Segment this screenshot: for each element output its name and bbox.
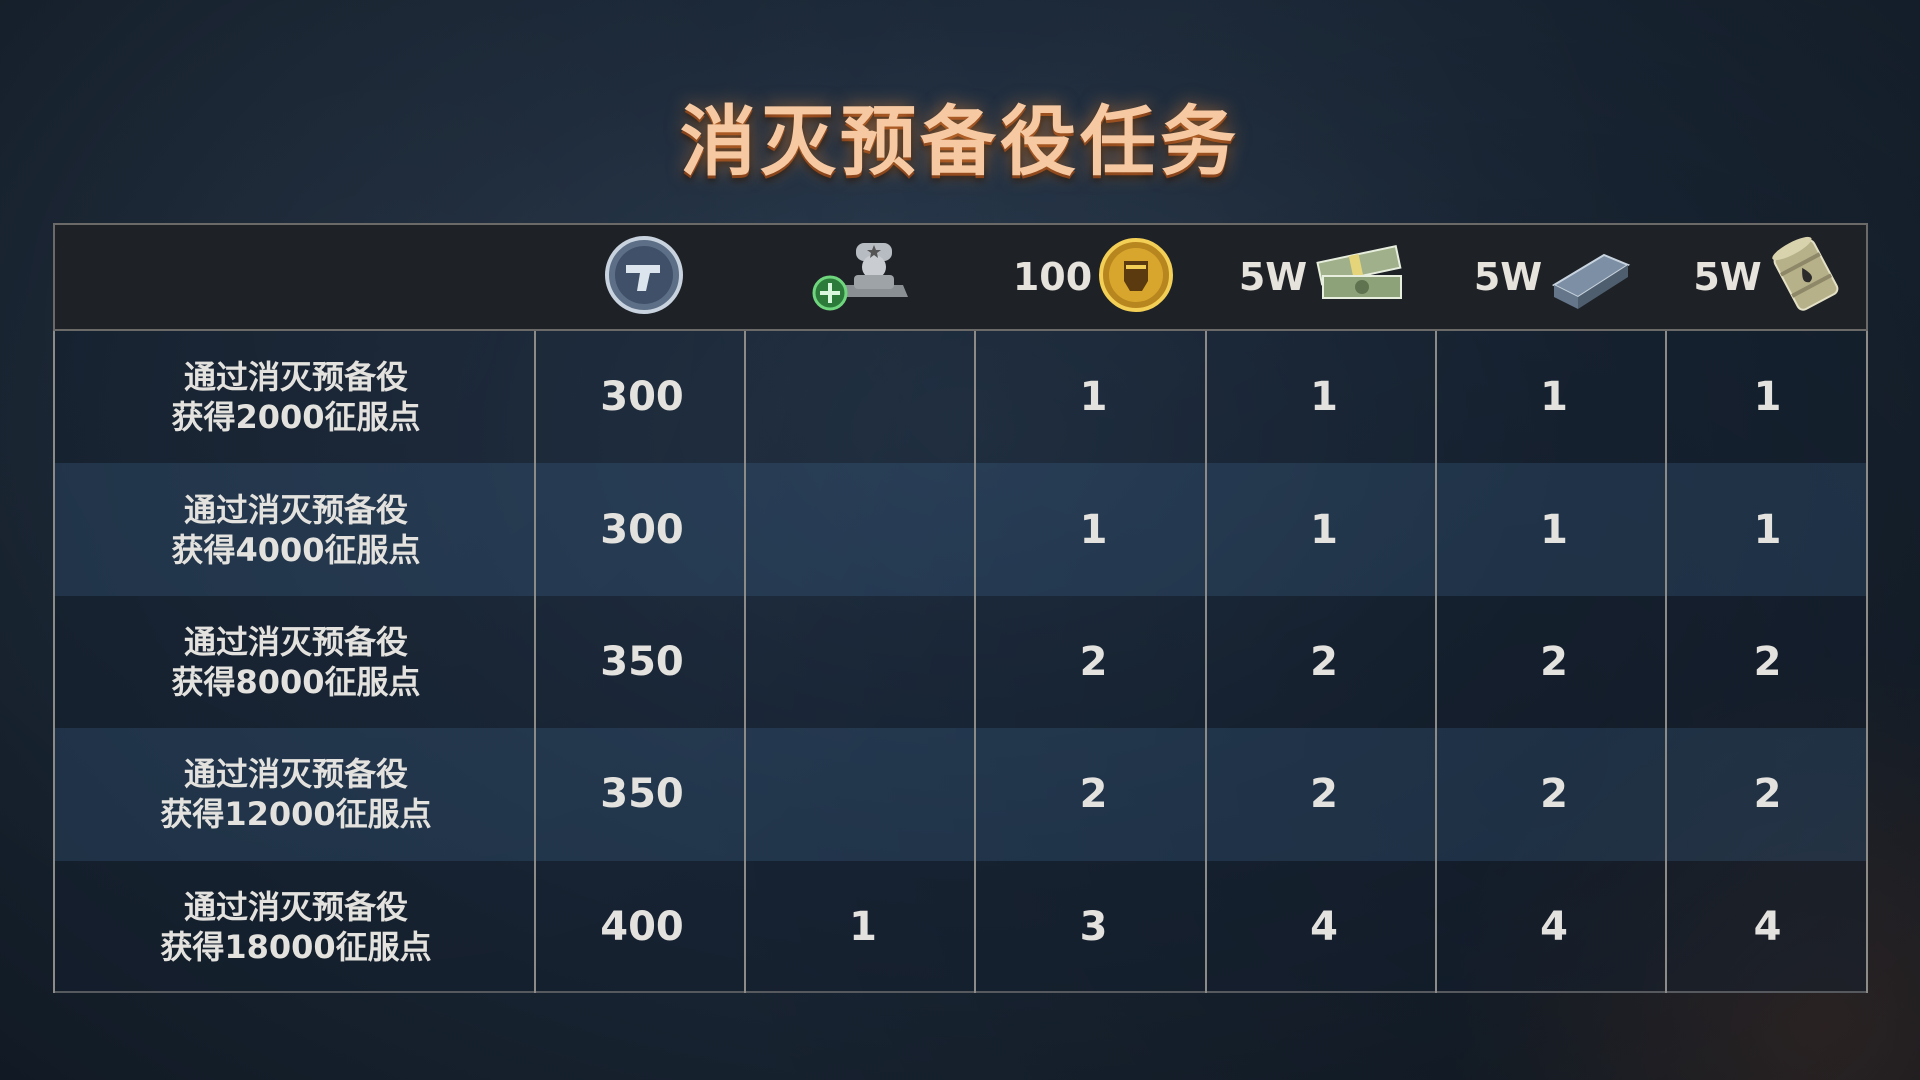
cash-amount: 5W xyxy=(1238,255,1308,299)
value-soldier xyxy=(748,463,978,595)
task-label: 通过消灭预备役 获得8000征服点 xyxy=(55,596,537,728)
task-label: 通过消灭预备役 获得18000征服点 xyxy=(55,861,537,993)
header-cash: 5W xyxy=(1209,225,1439,329)
value-medal: 2 xyxy=(1079,638,1108,685)
task-line-1: 通过消灭预备役 xyxy=(183,490,408,529)
value-oil: 2 xyxy=(1753,771,1782,818)
table-row: 通过消灭预备役 获得4000征服点 300 1 1 1 1 xyxy=(55,463,1866,596)
value-pistol: 400 xyxy=(600,903,684,950)
pistol-coin-icon xyxy=(604,235,684,319)
task-line-1: 通过消灭预备役 xyxy=(183,755,408,794)
column-divider xyxy=(1665,331,1667,993)
value-cash: 4 xyxy=(1310,903,1338,950)
value-cash: 2 xyxy=(1310,771,1338,818)
value-soldier: 1 xyxy=(849,903,877,950)
task-line-2: 获得18000征服点 xyxy=(160,927,432,966)
table-row: 通过消灭预备役 获得8000征服点 350 2 2 2 2 xyxy=(55,595,1866,729)
value-steel: 4 xyxy=(1540,903,1568,950)
value-steel: 1 xyxy=(1540,374,1568,421)
value-steel: 2 xyxy=(1540,771,1568,818)
table-row: 通过消灭预备役 获得18000征服点 400 1 3 4 4 4 xyxy=(55,860,1866,993)
header-pistol xyxy=(540,225,748,329)
value-oil: 1 xyxy=(1753,506,1782,553)
value-oil: 1 xyxy=(1753,374,1782,421)
value-cash: 2 xyxy=(1310,638,1338,685)
task-line-1: 通过消灭预备役 xyxy=(183,358,408,397)
header-steel: 5W xyxy=(1439,225,1669,329)
column-divider xyxy=(974,331,976,993)
value-pistol: 300 xyxy=(600,506,684,553)
table-body: 通过消灭预备役 获得2000征服点 300 1 1 1 1 通过消灭预备役 获得… xyxy=(53,331,1868,993)
value-cash: 1 xyxy=(1310,506,1338,553)
table-row: 通过消灭预备役 获得12000征服点 350 2 2 2 2 xyxy=(55,728,1866,861)
value-pistol: 350 xyxy=(600,638,684,685)
value-oil: 2 xyxy=(1753,638,1782,685)
task-line-2: 获得2000征服点 xyxy=(171,398,421,437)
column-divider xyxy=(1435,331,1437,993)
oil-amount: 5W xyxy=(1693,255,1762,299)
steel-amount: 5W xyxy=(1473,255,1543,299)
reward-table: 100 5W 5W 5W 通过消灭预备役 获得2000征服点 300 1 1 1… xyxy=(53,223,1868,993)
task-line-2: 获得4000征服点 xyxy=(171,530,421,569)
value-soldier xyxy=(748,728,978,860)
page-title: 消灭预备役任务 xyxy=(680,97,1240,186)
table-header-row: 100 5W 5W 5W xyxy=(53,223,1868,331)
column-divider xyxy=(1205,331,1207,993)
value-soldier xyxy=(748,596,978,728)
task-label: 通过消灭预备役 获得4000征服点 xyxy=(55,463,537,595)
soldier-rank-icon xyxy=(808,235,918,319)
medal-amount: 100 xyxy=(1012,255,1093,299)
value-pistol: 350 xyxy=(600,771,684,818)
task-label: 通过消灭预备役 获得2000征服点 xyxy=(55,331,537,463)
oil-barrel-icon xyxy=(1768,233,1844,321)
header-oil: 5W xyxy=(1669,225,1868,329)
table-row: 通过消灭预备役 获得2000征服点 300 1 1 1 1 xyxy=(55,331,1866,464)
value-cash: 1 xyxy=(1310,374,1338,421)
value-oil: 4 xyxy=(1753,903,1782,950)
value-medal: 1 xyxy=(1079,506,1108,553)
value-medal: 2 xyxy=(1079,771,1108,818)
cash-stack-icon xyxy=(1313,240,1409,314)
task-line-2: 获得8000征服点 xyxy=(171,662,421,701)
value-pistol: 300 xyxy=(600,374,684,421)
task-line-2: 获得12000征服点 xyxy=(160,795,432,834)
value-steel: 2 xyxy=(1540,638,1568,685)
column-divider xyxy=(534,331,536,993)
task-label: 通过消灭预备役 获得12000征服点 xyxy=(55,728,537,860)
header-soldier xyxy=(748,225,978,329)
steel-beam-icon xyxy=(1548,237,1634,317)
task-line-1: 通过消灭预备役 xyxy=(183,622,408,661)
value-soldier xyxy=(748,331,978,463)
column-divider xyxy=(744,331,746,993)
task-line-1: 通过消灭预备役 xyxy=(183,887,408,926)
gold-fist-medal-icon xyxy=(1098,237,1174,317)
value-steel: 1 xyxy=(1540,506,1568,553)
value-medal: 3 xyxy=(1079,903,1108,950)
value-medal: 1 xyxy=(1079,374,1108,421)
header-medal: 100 xyxy=(978,225,1209,329)
